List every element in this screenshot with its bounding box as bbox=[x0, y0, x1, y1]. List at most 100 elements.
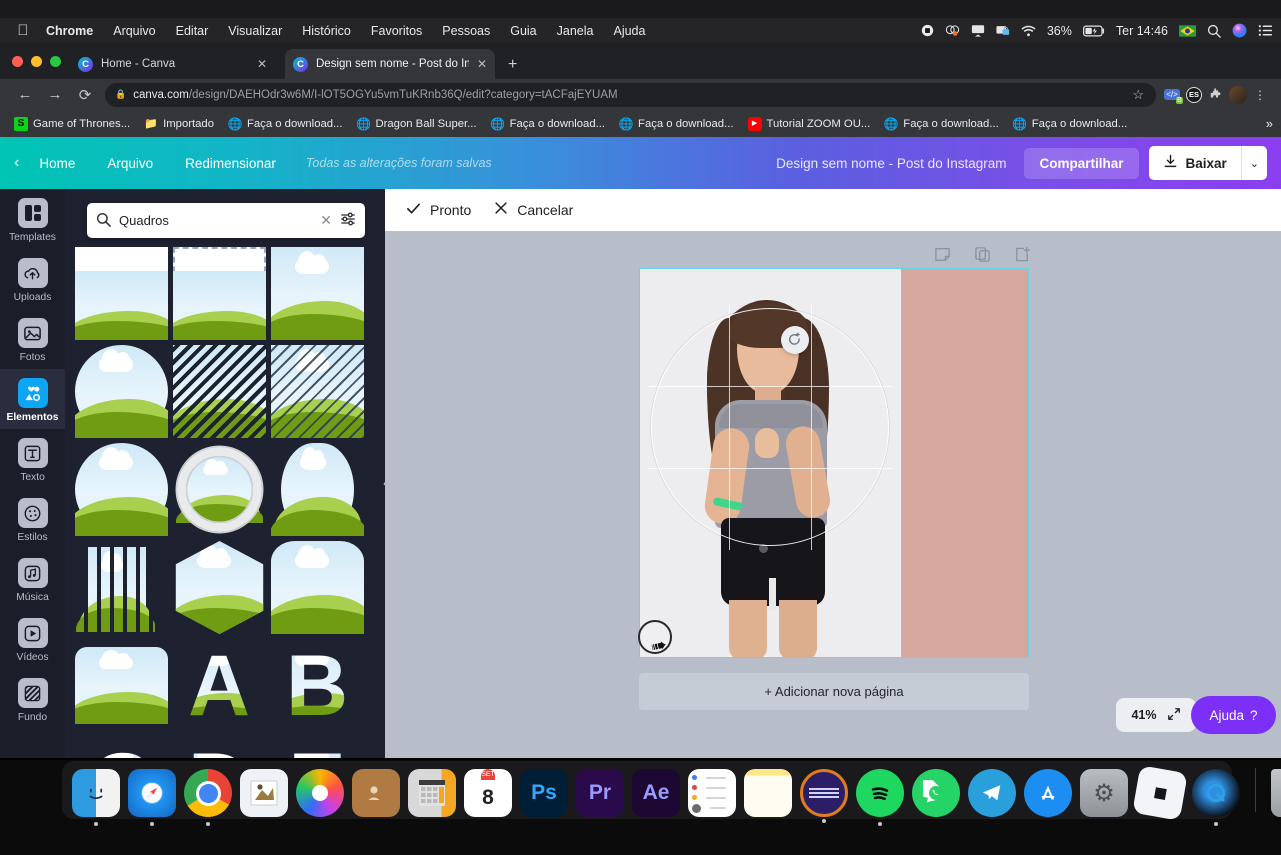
clock-datetime[interactable]: Ter 14:46 bbox=[1116, 24, 1168, 38]
siri-icon[interactable] bbox=[1232, 23, 1247, 38]
dock-icon-roblox[interactable] bbox=[1132, 765, 1188, 821]
search-box[interactable]: Quadros ✕ bbox=[87, 203, 365, 238]
menu-item-historico[interactable]: Histórico bbox=[292, 24, 361, 38]
dock-icon-appstore[interactable] bbox=[1024, 769, 1072, 817]
canva-resize-button[interactable]: Redimensionar bbox=[169, 156, 292, 171]
dock-icon-contacts[interactable] bbox=[352, 769, 400, 817]
dock-icon-calculator[interactable] bbox=[408, 769, 456, 817]
dock-icon-photoshop[interactable]: Ps bbox=[520, 769, 568, 817]
close-window-button[interactable] bbox=[12, 56, 23, 67]
dock-icon-spotify[interactable] bbox=[856, 769, 904, 817]
dock-icon-telegram[interactable] bbox=[968, 769, 1016, 817]
sidebar-item-fotos[interactable]: Fotos bbox=[0, 309, 65, 369]
menu-item-favoritos[interactable]: Favoritos bbox=[361, 24, 432, 38]
sidebar-item-musica[interactable]: Música bbox=[0, 549, 65, 609]
download-button[interactable]: Baixar bbox=[1149, 146, 1241, 180]
frame-letter-b[interactable]: B bbox=[271, 639, 364, 732]
brazil-flag-icon[interactable] bbox=[1179, 25, 1196, 37]
screen-share-icon[interactable] bbox=[945, 24, 960, 37]
frame-letter-a[interactable]: A bbox=[173, 639, 266, 732]
bookmarks-overflow-button[interactable]: » bbox=[1266, 116, 1273, 131]
battery-charging-icon[interactable] bbox=[1083, 25, 1105, 37]
frame-letter-c[interactable]: C bbox=[75, 737, 168, 758]
menu-item-janela[interactable]: Janela bbox=[547, 24, 604, 38]
bookmark-item[interactable]: 🌐Faça o download... bbox=[878, 115, 1004, 133]
menu-item-ajuda[interactable]: Ajuda bbox=[603, 24, 655, 38]
frame-circle-2[interactable] bbox=[75, 443, 168, 536]
cancel-button[interactable]: Cancelar bbox=[493, 200, 573, 220]
clear-x-icon[interactable]: ✕ bbox=[320, 212, 332, 229]
filter-sliders-icon[interactable] bbox=[340, 211, 356, 231]
forward-arrow-icon[interactable]: → bbox=[40, 86, 70, 103]
dock-icon-trash[interactable] bbox=[1271, 769, 1281, 817]
frame-stripes-light[interactable] bbox=[271, 345, 364, 438]
bookmark-item[interactable]: 🌐Faça o download... bbox=[613, 115, 739, 133]
address-bar[interactable]: 🔒 canva.com/design/DAEHOdr3w6M/I-lOT5OGY… bbox=[105, 83, 1156, 107]
dock-icon-mail[interactable] bbox=[240, 769, 288, 817]
sidebar-item-fundo[interactable]: Fundo bbox=[0, 669, 65, 729]
code-extension-icon[interactable]: </>B bbox=[1161, 89, 1183, 100]
help-button[interactable]: Ajuda ? bbox=[1191, 696, 1276, 734]
bookmark-item[interactable]: 🌐Faça o download... bbox=[485, 115, 611, 133]
frame-rect-1[interactable] bbox=[75, 247, 168, 340]
bookmark-item[interactable]: SGame of Thrones... bbox=[8, 115, 136, 133]
maximize-window-button[interactable] bbox=[50, 56, 61, 67]
rotate-handle-icon[interactable] bbox=[781, 326, 809, 354]
frame-circle[interactable] bbox=[75, 345, 168, 438]
dock-icon-notes[interactable] bbox=[744, 769, 792, 817]
dock-icon-calendar[interactable]: SET 8 bbox=[464, 769, 512, 817]
frame-hexagon[interactable] bbox=[173, 541, 266, 634]
frame-ring[interactable] bbox=[173, 443, 266, 536]
done-button[interactable]: Pronto bbox=[405, 200, 471, 221]
duplicate-page-icon[interactable] bbox=[973, 245, 991, 263]
dock-icon-chrome[interactable] bbox=[184, 769, 232, 817]
expand-arrows-icon[interactable] bbox=[1167, 707, 1181, 724]
dock-icon-safari[interactable] bbox=[128, 769, 176, 817]
sidebar-item-elementos[interactable]: Elementos bbox=[0, 369, 65, 429]
canvas-viewport[interactable]: ➠ + Adicionar nova página 41% Ajuda ? bbox=[385, 231, 1281, 758]
es-extension-icon[interactable]: ES bbox=[1183, 87, 1205, 103]
sidebar-item-videos[interactable]: Vídeos bbox=[0, 609, 65, 669]
sidebar-item-uploads[interactable]: Uploads bbox=[0, 249, 65, 309]
menu-item-guia[interactable]: Guia bbox=[500, 24, 546, 38]
frame-letter-d[interactable]: D bbox=[173, 737, 266, 758]
dock-icon-quicktime[interactable] bbox=[1192, 769, 1240, 817]
new-tab-button[interactable]: + bbox=[508, 56, 517, 74]
frame-letter-e[interactable]: E bbox=[271, 737, 364, 758]
bookmark-item[interactable]: 🌐Faça o download... bbox=[1007, 115, 1133, 133]
menu-item-arquivo[interactable]: Arquivo bbox=[103, 24, 165, 38]
frame-rect-2[interactable] bbox=[173, 247, 266, 340]
display-lock-icon[interactable] bbox=[996, 24, 1010, 37]
menu-item-editar[interactable]: Editar bbox=[166, 24, 219, 38]
frame-blinds[interactable] bbox=[75, 541, 168, 634]
apple-logo-icon[interactable]:  bbox=[10, 23, 36, 38]
dock-icon-aftereffects[interactable]: Ae bbox=[632, 769, 680, 817]
bookmark-star-icon[interactable]: ☆ bbox=[1132, 87, 1146, 103]
back-arrow-icon[interactable]: ← bbox=[10, 86, 40, 103]
browser-tab-home-canva[interactable]: C Home - Canva ✕ bbox=[70, 49, 275, 79]
zoom-control[interactable]: 41% bbox=[1116, 698, 1196, 732]
download-options-caret[interactable]: ⌄ bbox=[1241, 146, 1267, 180]
menu-item-chrome[interactable]: Chrome bbox=[36, 24, 103, 38]
airplay-icon[interactable] bbox=[971, 24, 985, 37]
add-page-icon[interactable] bbox=[1013, 245, 1031, 263]
dock-icon-finder[interactable] bbox=[72, 769, 120, 817]
minimize-window-button[interactable] bbox=[31, 56, 42, 67]
sidebar-item-estilos[interactable]: Estilos bbox=[0, 489, 65, 549]
dock-icon-photos[interactable] bbox=[296, 769, 344, 817]
canva-home-button[interactable]: Home bbox=[23, 156, 91, 171]
chevron-left-icon[interactable]: ‹ bbox=[14, 154, 19, 172]
frame-ellipse[interactable] bbox=[271, 443, 364, 536]
puzzle-extensions-icon[interactable] bbox=[1205, 87, 1227, 102]
browser-tab-design[interactable]: C Design sem nome - Post do Ins ✕ bbox=[285, 49, 495, 79]
notes-icon[interactable] bbox=[933, 245, 951, 263]
dock-icon-system-preferences[interactable]: ⚙ bbox=[1080, 769, 1128, 817]
canva-file-menu[interactable]: Arquivo bbox=[91, 156, 169, 171]
frame-stripes-dark[interactable] bbox=[173, 345, 266, 438]
control-center-icon[interactable] bbox=[1258, 24, 1273, 37]
profile-avatar[interactable] bbox=[1227, 86, 1249, 104]
bookmark-item[interactable]: 🌐Dragon Ball Super... bbox=[350, 115, 482, 133]
bookmark-item[interactable]: 🌐Faça o download... bbox=[222, 115, 348, 133]
chrome-menu-icon[interactable]: ⋮ bbox=[1249, 88, 1271, 102]
frame-scallop[interactable] bbox=[271, 541, 364, 634]
